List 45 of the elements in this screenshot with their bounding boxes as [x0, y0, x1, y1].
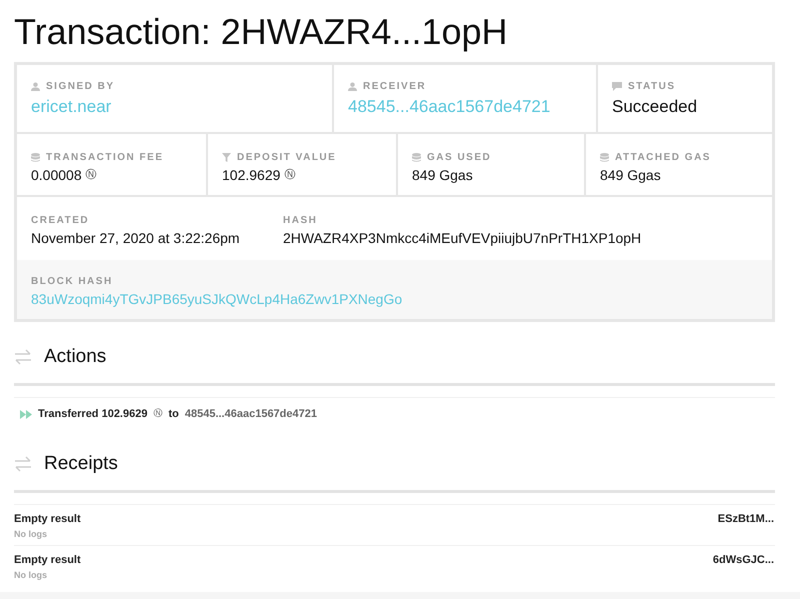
field-label: TRANSACTION FEE — [46, 151, 164, 165]
receipt-id: ESzBt1M... — [718, 512, 775, 527]
field-value: 849 Ggas — [600, 166, 661, 185]
near-symbol: Ⓝ — [153, 407, 162, 420]
account-link[interactable]: 48545...46aac1567de4721 — [348, 94, 550, 120]
person-icon — [348, 82, 357, 91]
section-heading: Actions — [44, 344, 106, 369]
field-label: ATTACHED GAS — [615, 151, 711, 165]
field-label: CREATED — [31, 214, 90, 228]
near-symbol: Ⓝ — [86, 168, 97, 184]
action-text: to — [168, 406, 179, 422]
database-icon — [600, 153, 609, 162]
field-value: 849 Ggas — [412, 166, 473, 185]
field-value: 102.9629 — [222, 166, 280, 185]
field-value: 0.00008 — [31, 166, 82, 185]
field-label: BLOCK HASH — [31, 275, 114, 289]
action-text: Transferred 102.9629 — [38, 406, 148, 422]
page-title: Transaction: 2HWAZR4...1opH — [14, 10, 509, 54]
field-label: DEPOSIT VALUE — [237, 151, 336, 165]
receipt-logs: No logs — [14, 528, 48, 541]
swap-arrows-icon — [14, 456, 32, 472]
field-label: SIGNED BY — [46, 80, 115, 94]
block-hash-link[interactable]: 83uWzoqmi4yTGvJPB65yuSJkQWcLp4Ha6Zwv1PXNegGo — [31, 289, 758, 310]
swap-arrows-icon — [14, 349, 32, 365]
database-icon — [31, 153, 40, 162]
field-value: November 27, 2020 at 3:22:26pm — [31, 229, 240, 248]
double-play-icon — [20, 410, 32, 418]
receipt-id: 6dWsGJC... — [712, 553, 775, 568]
field-value: Succeeded — [612, 96, 698, 118]
field-label: STATUS — [628, 80, 676, 94]
field-label: RECEIVER — [363, 80, 426, 94]
field-value: 2HWAZR4XP3Nmkcc4iMEufVEVpiiujbU7nPrTH1XP1opH — [283, 229, 642, 248]
comment-icon — [612, 82, 622, 91]
field-label: HASH — [283, 214, 318, 228]
person-icon — [31, 82, 40, 91]
field-label: GAS USED — [427, 151, 492, 165]
account-link[interactable]: ericet.near — [31, 94, 112, 120]
receiver-link[interactable]: 48545...46aac1567de4721 — [184, 406, 317, 422]
receipt-logs: No logs — [14, 568, 48, 582]
receipt-result: Empty result — [14, 512, 81, 527]
filter-icon — [222, 153, 231, 162]
receipt-result: Empty result — [14, 553, 81, 568]
section-heading: Receipts — [44, 452, 118, 476]
database-icon — [412, 153, 421, 162]
near-symbol: Ⓝ — [284, 168, 296, 184]
